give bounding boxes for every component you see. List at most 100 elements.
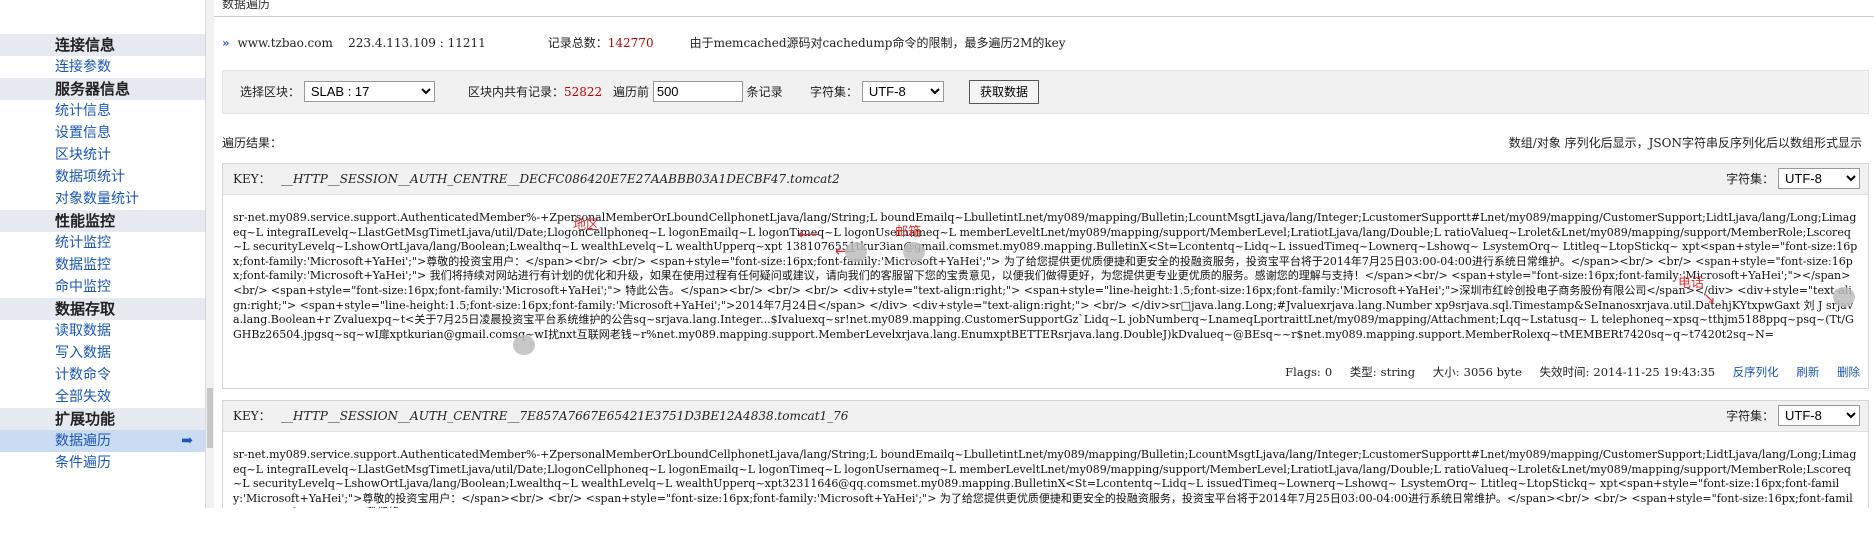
type-label: 类型:: [1349, 365, 1377, 379]
item-charset-select[interactable]: UTF-8: [1778, 168, 1860, 189]
arrow-right-icon: ➡: [181, 433, 193, 449]
fetch-control: 获取数据: [969, 71, 1040, 113]
flags-value: 0: [1324, 365, 1333, 379]
sidebar-group-title: 服务器信息: [0, 78, 205, 100]
total-records-value: 142770: [607, 36, 654, 50]
sidebar-item-label: 统计信息: [55, 103, 111, 119]
redaction-blur: [1833, 287, 1855, 307]
sidebar-item-label: 命中监控: [55, 279, 111, 295]
sidebar: 连接信息连接参数服务器信息统计信息设置信息区块统计数据项统计对象数量统计性能监控…: [0, 0, 205, 542]
sidebar-item[interactable]: 全部失效: [0, 386, 205, 408]
server-host: www.tzbao.com: [237, 36, 333, 50]
control-bar: 选择区块： SLAB : 17 区块内共有记录：52822 遍历前 条记录 字符…: [222, 70, 1869, 114]
item-charset-label: 字符集：: [1726, 172, 1775, 186]
size-label: 大小:: [1432, 365, 1460, 379]
charset-control: 字符集： UTF-8: [810, 71, 944, 113]
slab-records-value: 52822: [564, 85, 603, 99]
limit-note: 由于memcached源码对cachedump命令的限制，最多遍历2M的key: [689, 36, 1066, 50]
key-label: KEY：: [233, 172, 271, 186]
sidebar-item-label: 计数命令: [55, 367, 111, 383]
charset-select[interactable]: UTF-8: [861, 81, 944, 102]
flags-label: Flags:: [1285, 365, 1321, 379]
sidebar-item[interactable]: 统计信息: [0, 100, 205, 122]
item-charset-select[interactable]: UTF-8: [1778, 405, 1860, 426]
slab-control: 选择区块： SLAB : 17: [240, 71, 435, 113]
title-divider: [214, 16, 1874, 17]
expire-value: 2014-11-25 19:43:35: [1593, 365, 1716, 379]
results-note: 数组/对象 序列化后显示，JSON字符串反序列化后以数组形式显示: [1508, 136, 1862, 150]
traverse-label: 遍历前: [613, 85, 650, 99]
fetch-data-button[interactable]: 获取数据: [969, 79, 1040, 104]
sidebar-item[interactable]: 数据监控: [0, 254, 205, 276]
sidebar-item-label: 对象数量统计: [55, 191, 139, 207]
sidebar-item-label: 条件遍历: [55, 455, 111, 471]
sidebar-item[interactable]: 数据遍历 ➡: [0, 430, 205, 452]
annotation-region: 地区: [573, 218, 600, 233]
sidebar-item[interactable]: 读取数据: [0, 320, 205, 342]
key-header: KEY： __HTTP__SESSION__AUTH_CENTRE__7E857…: [223, 401, 1868, 432]
sidebar-group-title: 连接信息: [0, 34, 205, 56]
sidebar-item[interactable]: 条件遍历: [0, 452, 205, 474]
sidebar-item[interactable]: 计数命令: [0, 364, 205, 386]
item-charset: 字符集： UTF-8: [1726, 164, 1860, 194]
key-name: __HTTP__SESSION__AUTH_CENTRE__7E857A7667…: [281, 409, 849, 423]
expire-label: 失效时间:: [1539, 365, 1590, 379]
server-address: 223.4.113.109 : 11211: [348, 36, 486, 50]
refresh-link[interactable]: 刷新: [1796, 365, 1819, 379]
traverse-count-input[interactable]: [652, 81, 743, 102]
sidebar-item[interactable]: 统计监控: [0, 232, 205, 254]
sidebar-item-label: 设置信息: [55, 125, 111, 141]
annotation-email: 邮箱: [895, 225, 922, 240]
server-info-bar: » www.tzbao.com 223.4.113.109 : 11211 记录总数…: [222, 34, 1066, 52]
key-item: KEY： __HTTP__SESSION__AUTH_CENTRE__DECFC…: [222, 163, 1869, 389]
slab-select[interactable]: SLAB : 17: [303, 81, 435, 102]
sidebar-item[interactable]: 命中监控: [0, 276, 205, 298]
results-label: 遍历结果：: [222, 136, 283, 150]
sidebar-item-label: 连接参数: [55, 59, 111, 75]
sidebar-scrollbar[interactable]: [205, 0, 214, 508]
traverse-unit: 条记录: [746, 85, 783, 99]
key-label: KEY：: [233, 409, 271, 423]
item-charset-label: 字符集：: [1726, 409, 1775, 423]
sidebar-item[interactable]: 写入数据: [0, 342, 205, 364]
sidebar-group-title: 数据存取: [0, 298, 205, 320]
sidebar-group-title: 扩展功能: [0, 408, 205, 430]
total-records-label: 记录总数：: [547, 36, 608, 50]
sidebar-item[interactable]: 区块统计: [0, 144, 205, 166]
slab-label: 选择区块：: [240, 85, 301, 99]
redaction-blur: [845, 242, 867, 262]
sidebar-item[interactable]: 数据项统计: [0, 166, 205, 188]
key-name: __HTTP__SESSION__AUTH_CENTRE__DECFC08642…: [281, 172, 840, 186]
sidebar-item-label: 写入数据: [55, 345, 111, 361]
item-charset: 字符集： UTF-8: [1726, 401, 1860, 431]
delete-link[interactable]: 删除: [1837, 365, 1860, 379]
charset-label: 字符集：: [810, 85, 859, 99]
slab-records: 区块内共有记录：52822: [468, 71, 602, 113]
redaction-blur: [903, 242, 925, 262]
page-title: 数据遍历: [222, 0, 271, 11]
traverse-control: 遍历前 条记录: [613, 71, 783, 113]
sidebar-item[interactable]: 连接参数: [0, 56, 205, 78]
annotation-arrow-icon: ↘: [1703, 289, 1716, 307]
double-chevron-icon: »: [222, 36, 230, 50]
slab-records-label: 区块内共有记录：: [468, 85, 565, 99]
key-value: sr-net.my089.service.support.Authenticat…: [233, 211, 1858, 341]
annotation-phone: 电话: [1678, 276, 1705, 291]
scrollbar-thumb[interactable]: [207, 388, 213, 448]
sidebar-item[interactable]: 设置信息: [0, 122, 205, 144]
size-value: 3056 byte: [1463, 365, 1522, 379]
sidebar-item-label: 数据项统计: [55, 169, 125, 185]
sidebar-group-title: 性能监控: [0, 210, 205, 232]
annotation-arrow-icon: ⟵: [798, 225, 820, 243]
key-value: sr-net.my089.service.support.Authenticat…: [233, 448, 1857, 508]
type-value: string: [1380, 365, 1416, 379]
sidebar-item-label: 读取数据: [55, 323, 111, 339]
key-meta: Flags: 0 类型: string 大小: 3056 byte 失效时间: 2014…: [1271, 364, 1860, 380]
sidebar-item-label: 数据遍历: [55, 433, 111, 449]
key-header: KEY： __HTTP__SESSION__AUTH_CENTRE__DECFC…: [223, 164, 1868, 195]
sidebar-item[interactable]: 对象数量统计: [0, 188, 205, 210]
sidebar-item-label: 全部失效: [55, 389, 111, 405]
sidebar-item-label: 数据监控: [55, 257, 111, 273]
key-item: KEY： __HTTP__SESSION__AUTH_CENTRE__7E857…: [222, 400, 1869, 508]
deserialize-link[interactable]: 反序列化: [1733, 365, 1779, 379]
